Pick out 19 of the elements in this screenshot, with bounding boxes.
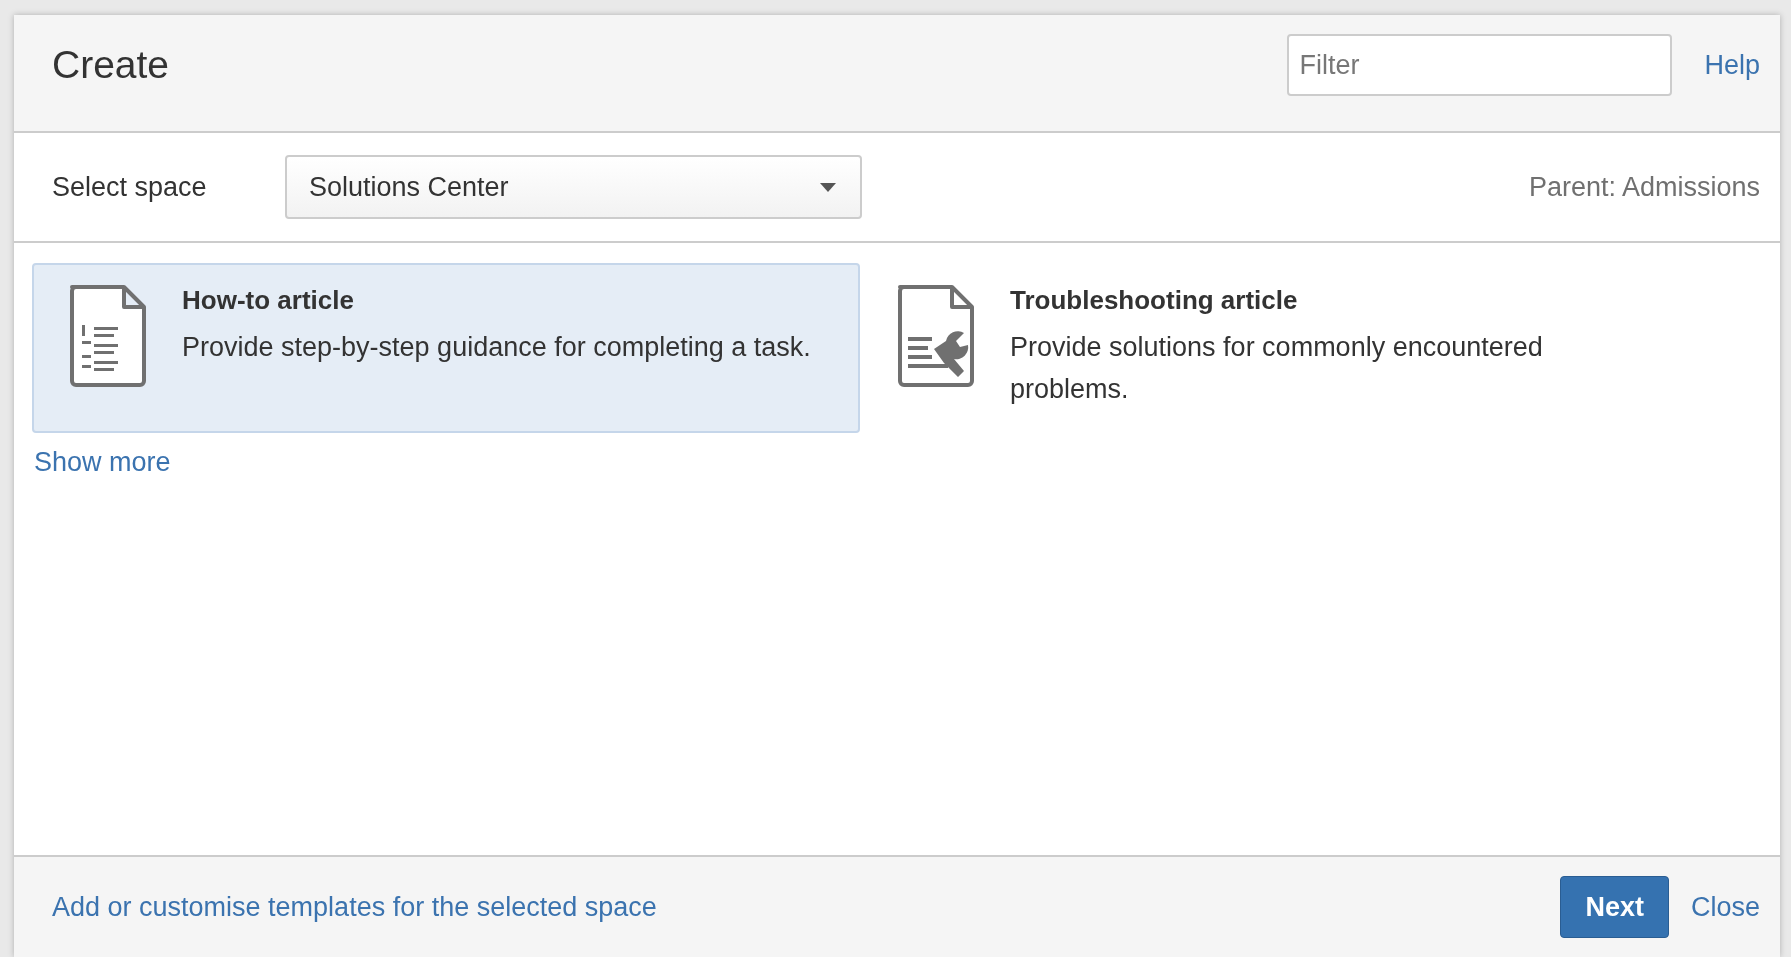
template-card[interactable]: How-to article Provide step-by-step guidance for completing a task. [32, 263, 860, 433]
parent-page-label: Parent: Admissions [1528, 171, 1760, 203]
wrench-document-icon [896, 283, 976, 387]
customise-templates-link[interactable]: Add or customise templates for the selected space [52, 891, 1561, 923]
next-button[interactable]: Next [1560, 876, 1669, 938]
template-title: Troubleshooting article [1010, 285, 1299, 316]
dialog-title: Create [52, 43, 171, 87]
space-dropdown[interactable]: Solutions Center [285, 155, 862, 219]
numbered-list-document-icon [68, 283, 148, 387]
caret-icon [820, 182, 836, 192]
help-link[interactable]: Help [1704, 49, 1760, 81]
close-button[interactable]: Close [1678, 891, 1760, 923]
filter-field[interactable]: Filter [1287, 34, 1673, 96]
template-description: Provide solutions for commonly encountered problems. [1010, 331, 1544, 406]
select-space-label: Select space [52, 171, 208, 203]
template-card[interactable]: Troubleshooting article Provide solutions for commonly encountered problems. [860, 263, 1688, 433]
show-more-link[interactable]: Show more [34, 447, 171, 478]
template-description: Provide step-by-step guidance for completing a task. [182, 331, 811, 364]
template-title: How-to article [182, 285, 355, 316]
